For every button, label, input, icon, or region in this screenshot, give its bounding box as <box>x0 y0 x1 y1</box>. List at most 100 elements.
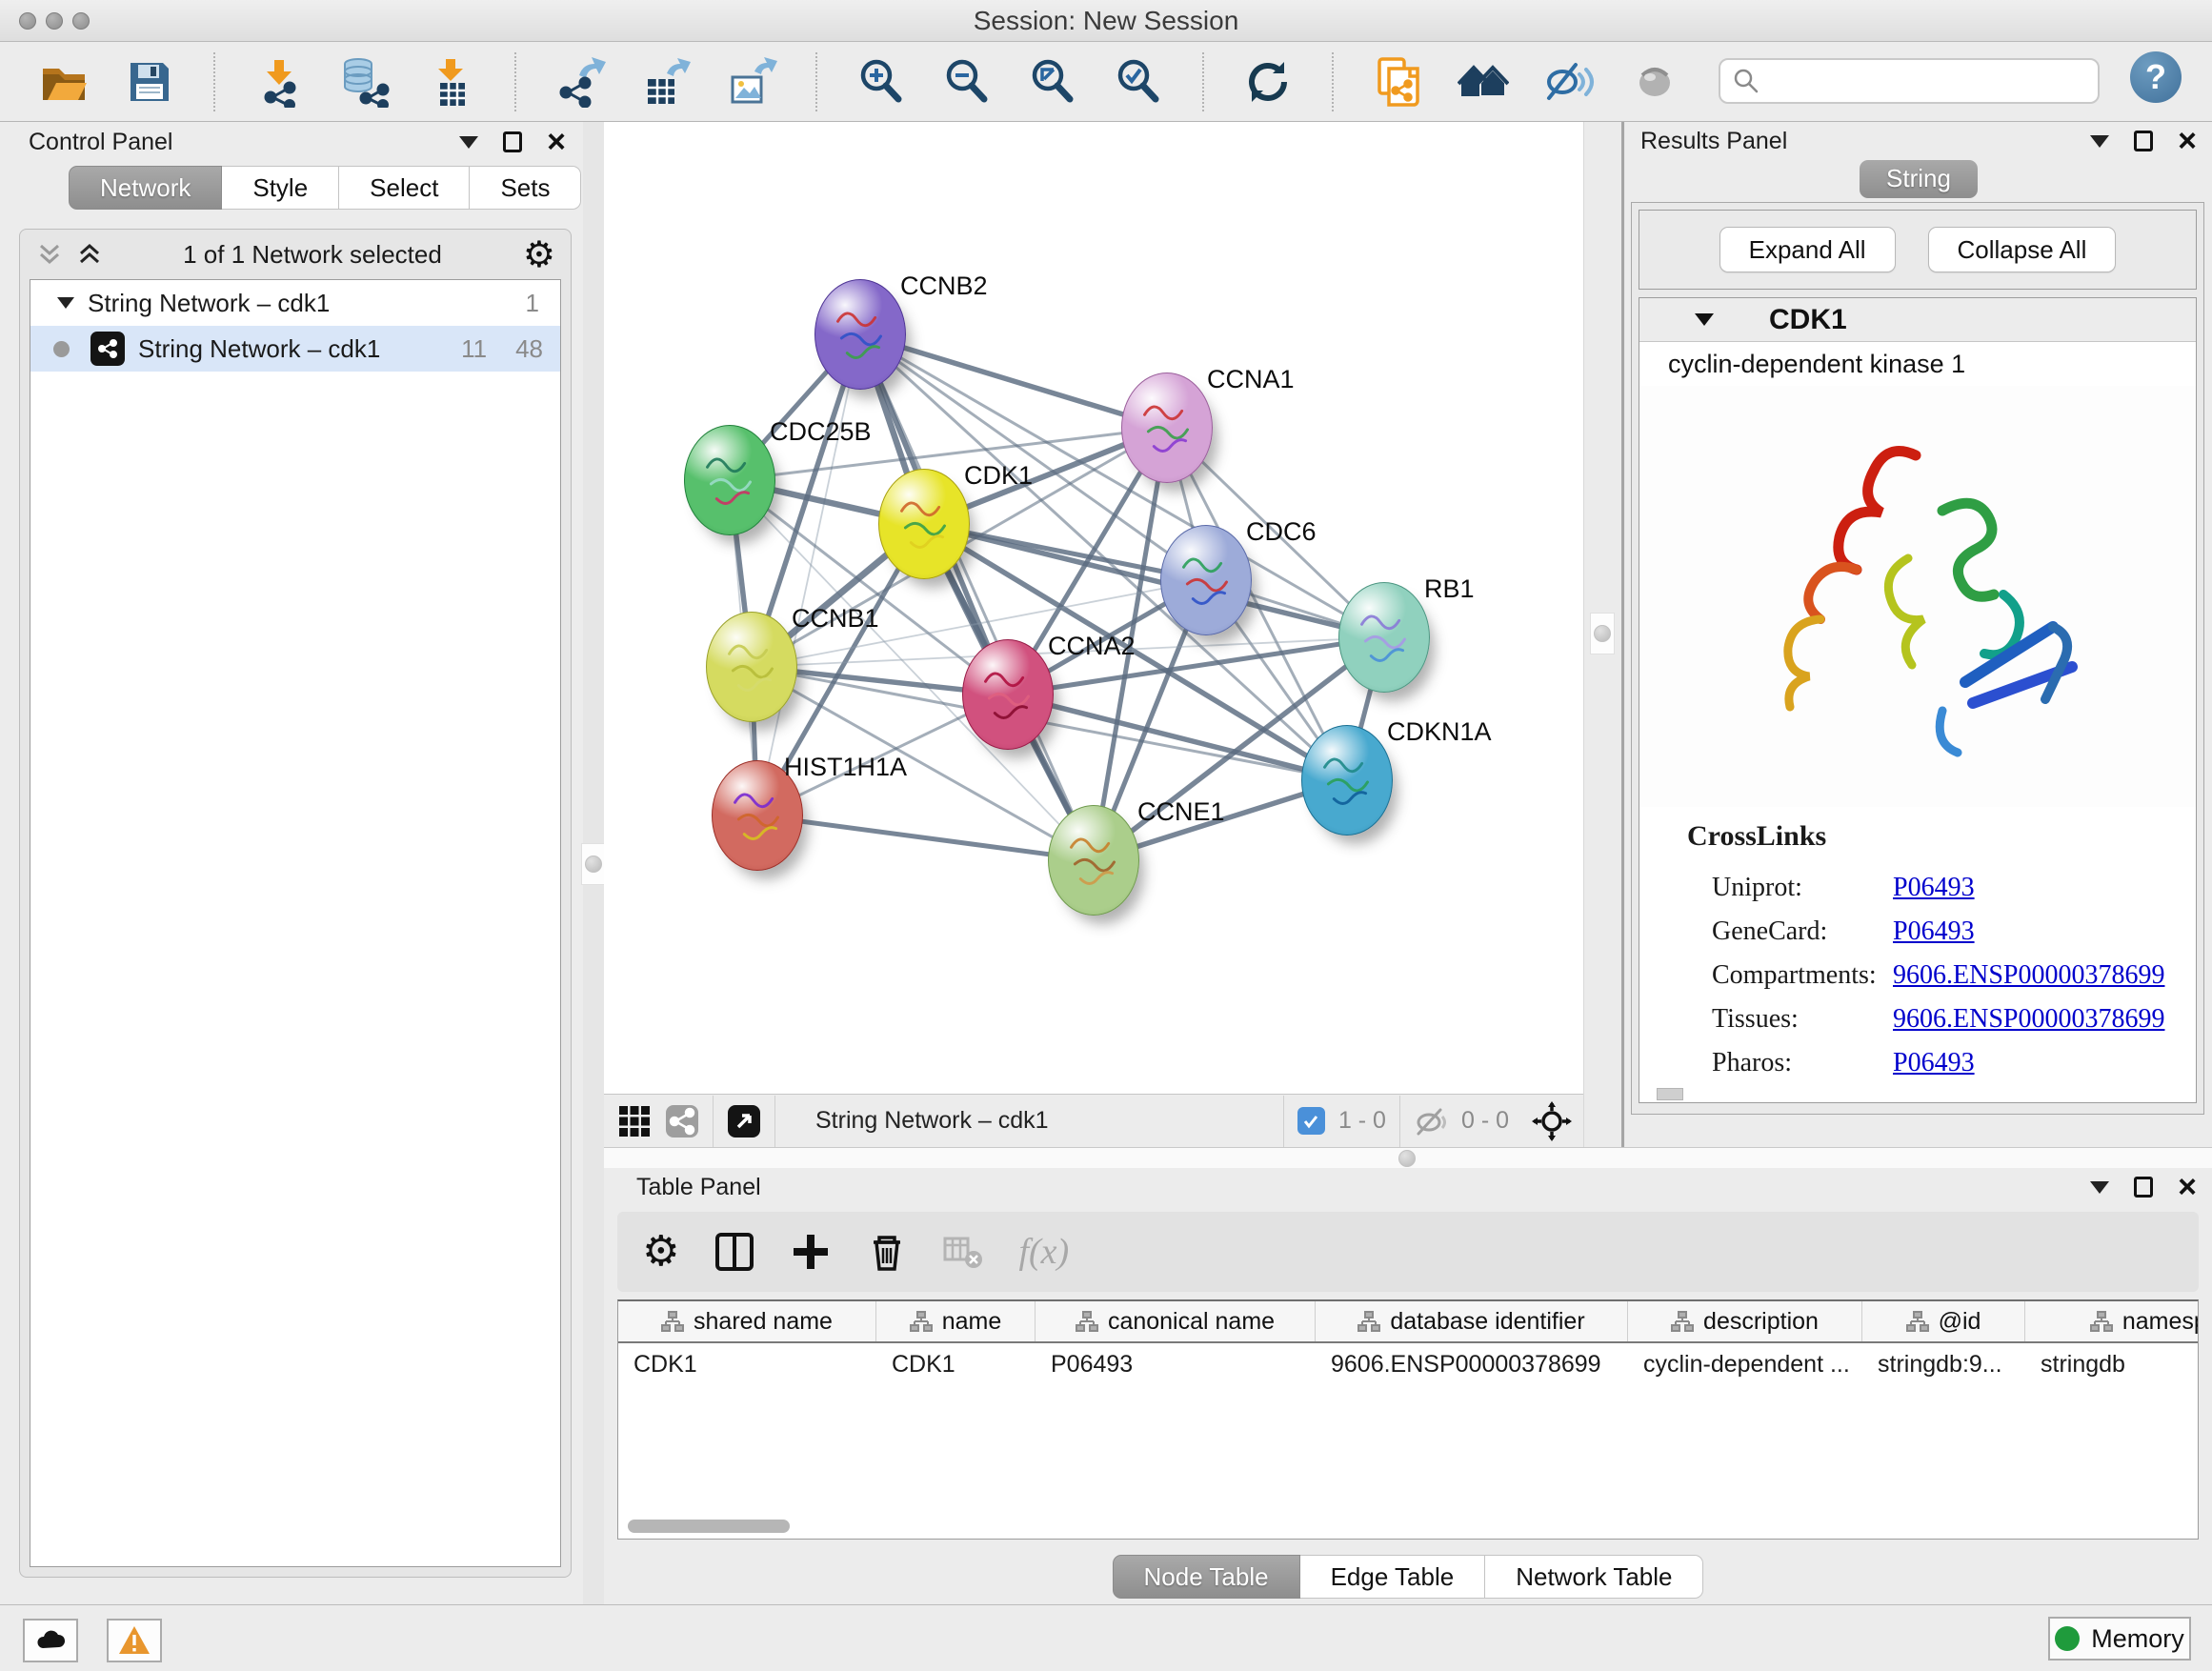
network-options-gear-icon[interactable]: ⚙ <box>523 236 555 272</box>
column-header-namespace[interactable]: namespace <box>2025 1301 2199 1341</box>
column-header--id[interactable]: @id <box>1862 1301 2025 1341</box>
memory-button[interactable]: Memory <box>2048 1617 2191 1661</box>
string-home-icon[interactable] <box>1458 56 1509 108</box>
column-header-database-identifier[interactable]: database identifier <box>1316 1301 1628 1341</box>
column-header-shared-name[interactable]: shared name <box>618 1301 876 1341</box>
table-row[interactable]: CDK1CDK1P064939606.ENSP00000378699cyclin… <box>618 1343 2198 1385</box>
network-node-ccna2[interactable] <box>962 639 1054 750</box>
tab-select[interactable]: Select <box>339 166 470 210</box>
fit-content-icon[interactable] <box>1532 1101 1572 1141</box>
table-horizontal-scrollbar[interactable] <box>628 1520 790 1533</box>
zoom-selected-icon[interactable] <box>1113 56 1164 108</box>
expand-all-button[interactable]: Expand All <box>1719 227 1896 272</box>
network-edge[interactable] <box>860 334 1167 428</box>
network-label: String Network – cdk1 <box>138 334 380 364</box>
hide-glasses-icon[interactable] <box>1543 56 1595 108</box>
collection-caret-icon[interactable] <box>57 297 74 309</box>
import-table-icon[interactable] <box>425 56 476 108</box>
right-splitter[interactable] <box>1583 122 1621 1147</box>
collapse-panel-icon[interactable] <box>459 136 478 149</box>
close-panel-icon[interactable]: × <box>2178 1177 2197 1198</box>
close-window-button[interactable] <box>19 12 36 30</box>
cloud-icon <box>33 1623 68 1658</box>
gene-collapse-icon[interactable] <box>1695 313 1714 326</box>
delete-column-icon[interactable] <box>866 1231 908 1273</box>
column-header-description[interactable]: description <box>1628 1301 1862 1341</box>
network-node-ccna1[interactable] <box>1121 372 1213 483</box>
tab-style[interactable]: Style <box>222 166 339 210</box>
cloud-button[interactable] <box>23 1619 78 1662</box>
tab-edge-table[interactable]: Edge Table <box>1300 1555 1486 1599</box>
network-canvas[interactable]: CCNB2CCNA1CDC25BCDK1CDC6RB1CCNB1CCNA2CDK… <box>604 122 1583 1094</box>
show-eye-icon[interactable] <box>1629 56 1680 108</box>
network-node-rb1[interactable] <box>1338 582 1430 693</box>
float-panel-icon[interactable] <box>2134 1177 2153 1198</box>
float-panel-icon[interactable] <box>503 131 522 152</box>
splitter-handle[interactable] <box>1398 1150 1416 1167</box>
collapse-all-button[interactable]: Collapse All <box>1928 227 2117 272</box>
close-panel-icon[interactable]: × <box>547 131 566 152</box>
save-session-icon[interactable] <box>124 56 175 108</box>
export-image-icon[interactable] <box>726 56 777 108</box>
crosslink-value-link[interactable]: P06493 <box>1893 873 1975 903</box>
network-row[interactable]: String Network – cdk1 11 48 <box>30 326 560 372</box>
tab-node-table[interactable]: Node Table <box>1113 1555 1300 1599</box>
horizontal-splitter[interactable] <box>604 1147 2212 1168</box>
card-scrollbar[interactable] <box>1657 1088 1683 1100</box>
minimize-window-button[interactable] <box>46 12 63 30</box>
crosslink-value-link[interactable]: P06493 <box>1893 916 1975 947</box>
float-panel-icon[interactable] <box>2134 131 2153 151</box>
crosslink-value-link[interactable]: 9606.ENSP00000378699 <box>1893 960 2164 991</box>
network-edge[interactable] <box>757 815 1094 860</box>
import-network-icon[interactable] <box>253 56 305 108</box>
tab-sets[interactable]: Sets <box>470 166 581 210</box>
column-header-canonical-name[interactable]: canonical name <box>1036 1301 1316 1341</box>
zoom-out-icon[interactable] <box>941 56 993 108</box>
left-splitter[interactable] <box>583 122 604 1604</box>
splitter-handle[interactable] <box>1594 625 1611 642</box>
splitter-handle[interactable] <box>585 856 602 873</box>
selected-checkbox[interactable] <box>1297 1107 1325 1135</box>
close-panel-icon[interactable]: × <box>2178 131 2197 151</box>
crosslink-value-link[interactable]: P06493 <box>1893 1048 1975 1078</box>
network-node-ccne1[interactable] <box>1048 805 1139 916</box>
gene-card-header[interactable]: CDK1 <box>1639 298 2196 342</box>
help-button[interactable]: ? <box>2130 51 2182 103</box>
open-session-icon[interactable] <box>38 56 90 108</box>
export-network-icon[interactable] <box>554 56 606 108</box>
hidden-eye-icon[interactable] <box>1414 1104 1448 1138</box>
network-node-ccnb1[interactable] <box>706 612 797 722</box>
network-node-cdc25b[interactable] <box>684 425 775 535</box>
network-collection-row[interactable]: String Network – cdk1 1 <box>30 280 560 326</box>
collapse-panel-icon[interactable] <box>2090 1181 2109 1194</box>
zoom-in-icon[interactable] <box>855 56 907 108</box>
grid-view-icon[interactable] <box>617 1104 652 1138</box>
copy-network-icon[interactable] <box>1372 56 1423 108</box>
refresh-icon[interactable] <box>1242 56 1294 108</box>
tab-network[interactable]: Network <box>69 166 222 210</box>
network-node-cdkn1a[interactable] <box>1301 725 1393 836</box>
network-node-cdc6[interactable] <box>1160 525 1252 635</box>
crosslink-value-link[interactable]: 9606.ENSP00000378699 <box>1893 1004 2164 1035</box>
table-options-gear-icon[interactable]: ⚙ <box>642 1231 679 1273</box>
column-header-name[interactable]: name <box>876 1301 1036 1341</box>
network-edge[interactable] <box>757 334 860 815</box>
collapse-all-icon[interactable] <box>37 242 62 267</box>
warnings-button[interactable] <box>107 1619 162 1662</box>
zoom-window-button[interactable] <box>72 12 90 30</box>
add-column-icon[interactable] <box>790 1231 832 1273</box>
show-columns-icon[interactable] <box>714 1231 755 1273</box>
tab-network-table[interactable]: Network Table <box>1485 1555 1703 1599</box>
expand-all-icon[interactable] <box>77 242 102 267</box>
network-node-cdk1[interactable] <box>878 469 970 579</box>
search-box[interactable] <box>1719 58 2100 104</box>
node-table[interactable]: shared namenamecanonical namedatabase id… <box>617 1299 2199 1540</box>
tab-string[interactable]: String <box>1860 160 1978 198</box>
network-overview-icon[interactable] <box>665 1104 699 1138</box>
collapse-panel-icon[interactable] <box>2090 135 2109 148</box>
birdseye-view-icon[interactable] <box>727 1104 761 1138</box>
import-database-icon[interactable] <box>339 56 391 108</box>
zoom-fit-icon[interactable] <box>1027 56 1078 108</box>
export-table-icon[interactable] <box>640 56 692 108</box>
network-node-ccnb2[interactable] <box>814 279 906 390</box>
